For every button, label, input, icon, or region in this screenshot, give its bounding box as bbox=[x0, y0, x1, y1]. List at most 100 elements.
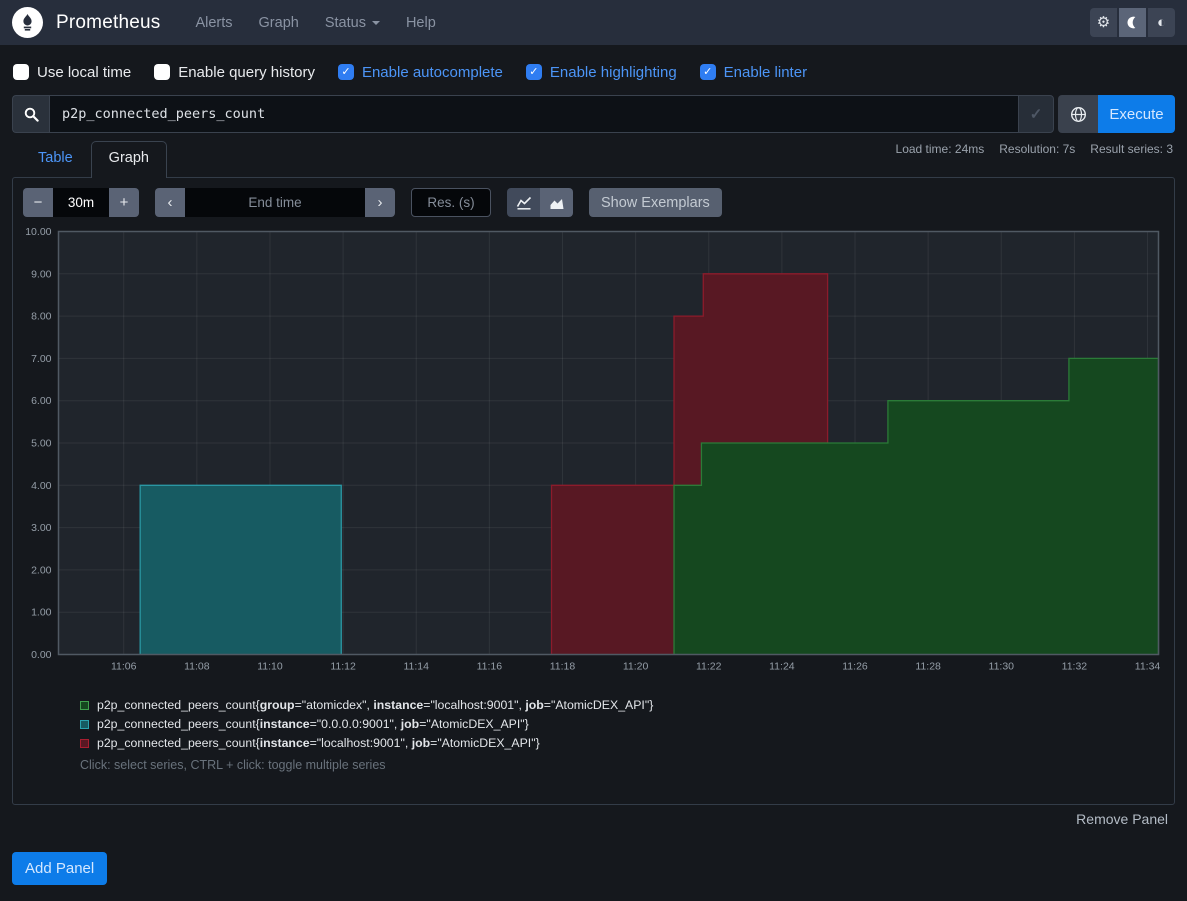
svg-text:0.00: 0.00 bbox=[31, 649, 52, 661]
svg-text:11:12: 11:12 bbox=[330, 661, 356, 673]
legend-item[interactable]: p2p_connected_peers_count{instance="0.0.… bbox=[80, 717, 653, 731]
tab-graph[interactable]: Graph bbox=[91, 141, 167, 178]
end-time-input[interactable] bbox=[185, 188, 365, 217]
stacked-chart-icon bbox=[549, 196, 565, 210]
tab-table[interactable]: Table bbox=[20, 141, 91, 178]
svg-text:7.00: 7.00 bbox=[31, 353, 52, 365]
graph-controls: − + ‹ › Show Exemplars bbox=[23, 188, 722, 217]
legend-hint: Click: select series, CTRL + click: togg… bbox=[80, 758, 386, 772]
legend-series-label: p2p_connected_peers_count{instance="0.0.… bbox=[97, 717, 529, 731]
checked-checkbox-icon[interactable]: ✓ bbox=[526, 64, 542, 80]
execute-button[interactable]: Execute bbox=[1098, 95, 1175, 133]
range-input[interactable] bbox=[53, 188, 109, 217]
svg-text:11:10: 11:10 bbox=[257, 661, 283, 673]
result-series: Result series: 3 bbox=[1090, 142, 1173, 156]
app-title[interactable]: Prometheus bbox=[56, 12, 160, 34]
nav-item-status[interactable]: Status bbox=[314, 7, 391, 39]
chart-type-group bbox=[507, 188, 573, 217]
line-chart-toggle-button[interactable] bbox=[507, 188, 540, 217]
load-time: Load time: 24ms bbox=[896, 142, 985, 156]
search-icon bbox=[12, 95, 49, 133]
checkbox-use-local-time[interactable]: Use local time bbox=[13, 64, 131, 81]
time-back-button[interactable]: ‹ bbox=[155, 188, 185, 217]
svg-text:6.00: 6.00 bbox=[31, 395, 52, 407]
svg-text:3.00: 3.00 bbox=[31, 522, 52, 534]
legend-series-label: p2p_connected_peers_count{instance="loca… bbox=[97, 736, 540, 750]
graph-panel: − + ‹ › Show Exemplars 0.0 bbox=[12, 177, 1175, 805]
svg-text:8.00: 8.00 bbox=[31, 311, 52, 323]
nav-item-help[interactable]: Help bbox=[395, 7, 447, 39]
dark-theme-moon-icon[interactable] bbox=[1119, 8, 1146, 37]
svg-text:11:08: 11:08 bbox=[184, 661, 210, 673]
endtime-group: ‹ › bbox=[155, 188, 395, 217]
nav-item-graph[interactable]: Graph bbox=[248, 7, 310, 39]
svg-text:2.00: 2.00 bbox=[31, 564, 52, 576]
checkbox-label: Enable linter bbox=[724, 64, 807, 81]
query-valid-check-icon: ✓ bbox=[1018, 95, 1054, 133]
legend-swatch-icon bbox=[80, 701, 89, 710]
time-forward-button[interactable]: › bbox=[365, 188, 395, 217]
decrease-range-button[interactable]: − bbox=[23, 188, 53, 217]
nav-item-alerts[interactable]: Alerts bbox=[184, 7, 243, 39]
auto-theme-contrast-icon[interactable]: ◐ bbox=[1148, 8, 1175, 37]
range-group: − + bbox=[23, 188, 139, 217]
add-panel-button[interactable]: Add Panel bbox=[12, 852, 107, 885]
unchecked-checkbox-icon[interactable] bbox=[13, 64, 29, 80]
legend-item[interactable]: p2p_connected_peers_count{group="atomicd… bbox=[80, 698, 653, 712]
svg-text:11:34: 11:34 bbox=[1135, 661, 1161, 673]
checked-checkbox-icon[interactable]: ✓ bbox=[338, 64, 354, 80]
unchecked-checkbox-icon[interactable] bbox=[154, 64, 170, 80]
query-stats: Load time: 24ms Resolution: 7s Result se… bbox=[896, 142, 1173, 156]
result-tabs: TableGraph bbox=[20, 141, 167, 178]
theme-buttons: ⚙◐ bbox=[1090, 8, 1175, 37]
checkbox-enable-highlighting[interactable]: ✓ Enable highlighting bbox=[526, 64, 677, 81]
checkbox-enable-linter[interactable]: ✓ Enable linter bbox=[700, 64, 807, 81]
svg-text:10.00: 10.00 bbox=[25, 226, 51, 238]
svg-text:11:16: 11:16 bbox=[477, 661, 503, 673]
legend-series-label: p2p_connected_peers_count{group="atomicd… bbox=[97, 698, 653, 712]
query-row: ✓ Execute bbox=[12, 95, 1175, 133]
checkbox-label: Use local time bbox=[37, 64, 131, 81]
settings-gear-icon[interactable]: ⚙ bbox=[1090, 8, 1117, 37]
query-expression-input[interactable] bbox=[49, 95, 1018, 133]
svg-text:11:24: 11:24 bbox=[769, 661, 795, 673]
svg-text:4.00: 4.00 bbox=[31, 480, 52, 492]
svg-text:5.00: 5.00 bbox=[31, 438, 52, 450]
checkbox-label: Enable query history bbox=[178, 64, 315, 81]
checked-checkbox-icon[interactable]: ✓ bbox=[700, 64, 716, 80]
legend-swatch-icon bbox=[80, 720, 89, 729]
legend-swatch-icon bbox=[80, 739, 89, 748]
metrics-explorer-globe-button[interactable] bbox=[1058, 95, 1098, 133]
graph-canvas[interactable]: 0.00 1.00 2.00 3.00 4.00 5.00 6.00 7.00 8.00 9.00… bbox=[13, 226, 1163, 674]
svg-text:11:14: 11:14 bbox=[403, 661, 429, 673]
chevron-down-icon bbox=[372, 21, 380, 25]
resolution-input[interactable] bbox=[411, 188, 491, 217]
query-options-row: Use local time Enable query history ✓ Enabl… bbox=[13, 57, 807, 87]
svg-text:11:30: 11:30 bbox=[989, 661, 1015, 673]
svg-text:11:32: 11:32 bbox=[1062, 661, 1088, 673]
checkbox-enable-autocomplete[interactable]: ✓ Enable autocomplete bbox=[338, 64, 503, 81]
checkbox-label: Enable highlighting bbox=[550, 64, 677, 81]
series-legend: p2p_connected_peers_count{group="atomicd… bbox=[80, 698, 653, 750]
svg-text:11:20: 11:20 bbox=[623, 661, 649, 673]
globe-icon bbox=[1070, 106, 1087, 123]
svg-text:11:18: 11:18 bbox=[550, 661, 576, 673]
remove-panel-link[interactable]: Remove Panel bbox=[1076, 811, 1168, 827]
checkbox-label: Enable autocomplete bbox=[362, 64, 503, 81]
svg-text:11:28: 11:28 bbox=[915, 661, 941, 673]
show-exemplars-button[interactable]: Show Exemplars bbox=[589, 188, 722, 217]
svg-text:11:26: 11:26 bbox=[842, 661, 868, 673]
main-nav: AlertsGraphStatusHelp bbox=[184, 7, 446, 39]
navbar: Prometheus AlertsGraphStatusHelp ⚙◐ bbox=[0, 0, 1187, 45]
svg-text:11:22: 11:22 bbox=[696, 661, 722, 673]
stacked-chart-toggle-button[interactable] bbox=[540, 188, 573, 217]
prometheus-logo-icon[interactable] bbox=[12, 7, 43, 38]
svg-text:11:06: 11:06 bbox=[111, 661, 137, 673]
resolution: Resolution: 7s bbox=[999, 142, 1075, 156]
legend-item[interactable]: p2p_connected_peers_count{instance="loca… bbox=[80, 736, 653, 750]
increase-range-button[interactable]: + bbox=[109, 188, 139, 217]
line-chart-icon bbox=[516, 196, 532, 210]
svg-text:9.00: 9.00 bbox=[31, 268, 52, 280]
checkbox-enable-query-history[interactable]: Enable query history bbox=[154, 64, 315, 81]
svg-text:1.00: 1.00 bbox=[31, 607, 52, 619]
